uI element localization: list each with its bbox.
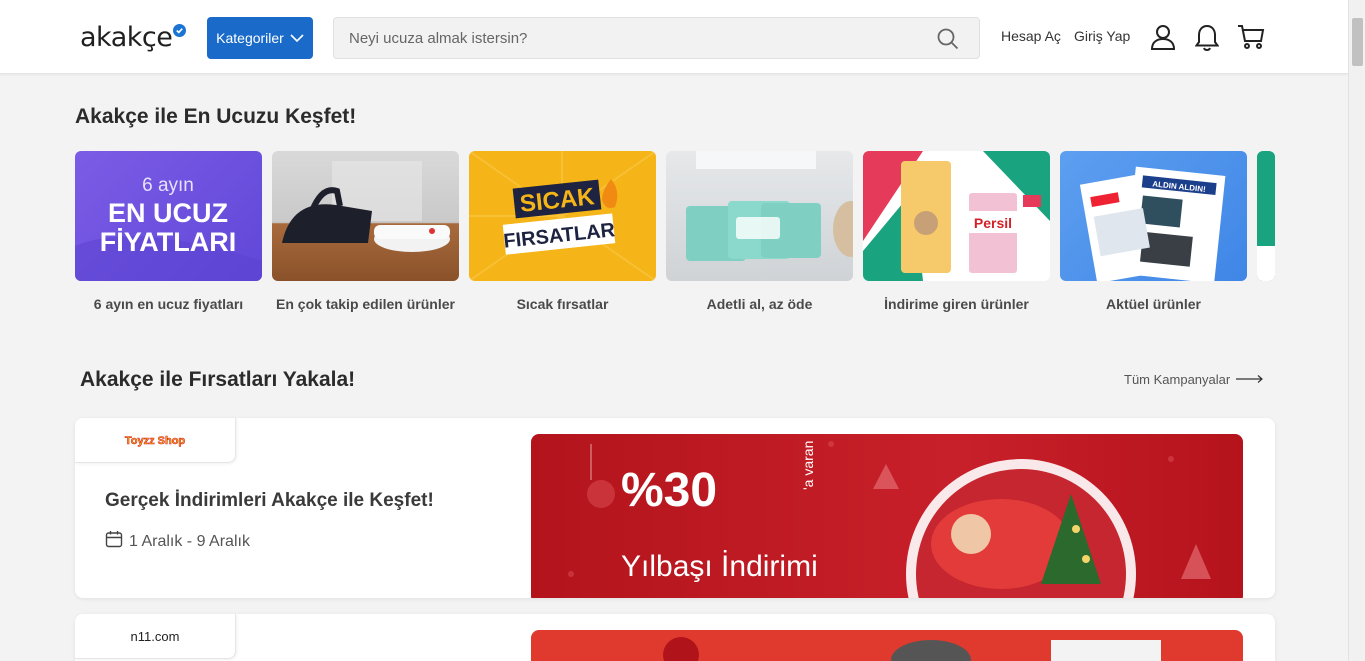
- all-campaigns-label: Tüm Kampanyalar: [1124, 372, 1231, 387]
- page-scrollbar[interactable]: [1348, 0, 1365, 661]
- deals-section-title: Akakçe ile Fırsatları Yakala!: [80, 368, 356, 391]
- scrollbar-thumb[interactable]: [1352, 18, 1363, 66]
- tile-image: SICAK FIRSATLAR: [469, 151, 656, 281]
- tile-label[interactable]: Aktüel ürünler: [1060, 296, 1247, 312]
- campaign-date-text: 1 Aralık - 9 Aralık: [129, 532, 250, 550]
- tile-label[interactable]: En çok takip edilen ürünler: [272, 296, 459, 312]
- search-bar: [333, 17, 980, 59]
- tile-cheapest-6-months[interactable]: 6 ayın EN UCUZ FİYATLARI: [75, 151, 262, 281]
- logo-text: akakçe: [80, 22, 173, 53]
- tile-image: 6 ayın EN UCUZ FİYATLARI: [75, 175, 262, 281]
- toyzz-shop-logo: Toyzz Shop: [125, 435, 186, 448]
- tile-image: [282, 161, 450, 252]
- signup-link[interactable]: Hesap Aç: [1001, 28, 1061, 44]
- search-icon[interactable]: [937, 28, 959, 55]
- campaign-card[interactable]: Toyzz Shop Gerçek İndirimleri Akakçe ile…: [75, 418, 1275, 598]
- verified-badge-icon: [173, 24, 187, 37]
- svg-text:6 ayın: 6 ayın: [142, 175, 194, 196]
- tile-image: [1257, 246, 1275, 281]
- all-campaigns-link[interactable]: Tüm Kampanyalar: [1124, 372, 1264, 387]
- store-logo-tab: n11.com: [75, 614, 236, 659]
- svg-text:%30: %30: [621, 464, 717, 517]
- chevron-down-icon: [290, 30, 304, 46]
- svg-text:EN UCUZ: EN UCUZ: [108, 198, 228, 228]
- site-header: akakçe Kategoriler Hesap Aç Giriş Yap: [0, 0, 1348, 74]
- tile-aktuel-products[interactable]: ALDIN ALDIN!: [1060, 151, 1247, 281]
- tile-buy-more-pay-less[interactable]: [666, 151, 853, 281]
- tile-label[interactable]: Sıcak fırsatlar: [469, 296, 656, 312]
- tile-label[interactable]: 6 ayın en ucuz fiyatları: [75, 296, 262, 312]
- bell-icon[interactable]: [1194, 24, 1220, 56]
- campaign-card[interactable]: n11.com: [75, 614, 1275, 661]
- banner-image: [663, 637, 1161, 661]
- svg-text:Toyzz Shop: Toyzz Shop: [125, 435, 186, 447]
- arrow-right-icon: [1236, 372, 1264, 387]
- svg-text:'a varan: 'a varan: [800, 441, 816, 490]
- tile-image: ALDIN ALDIN!: [1079, 166, 1226, 281]
- tile-label[interactable]: Adetli al, az öde: [666, 296, 853, 312]
- banner-image: %30 'a varan Yılbaşı İndirimi: [568, 441, 1211, 598]
- store-logo-tab: Toyzz Shop: [75, 418, 236, 463]
- campaign-banner[interactable]: [531, 630, 1243, 661]
- n11-logo: n11.com: [130, 628, 180, 644]
- tile-image: Persil: [863, 151, 1050, 281]
- tile-image: [686, 151, 853, 261]
- search-input[interactable]: [334, 29, 914, 47]
- user-icon[interactable]: [1150, 24, 1176, 55]
- campaign-title: Gerçek İndirimleri Akakçe ile Keşfet!: [105, 490, 434, 511]
- tile-discounted-products[interactable]: Persil: [863, 151, 1050, 281]
- login-link[interactable]: Giriş Yap: [1074, 28, 1130, 44]
- tile-label[interactable]: İndirime giren ürünler: [863, 296, 1050, 312]
- campaign-date: 1 Aralık - 9 Aralık: [105, 530, 250, 553]
- tile-most-followed[interactable]: [272, 151, 459, 281]
- categories-button[interactable]: Kategoriler: [207, 17, 313, 59]
- akakce-logo[interactable]: akakçe: [80, 22, 187, 53]
- svg-text:Yılbaşı İndirimi: Yılbaşı İndirimi: [621, 550, 818, 583]
- tile-hot-deals[interactable]: SICAK FIRSATLAR: [469, 151, 656, 281]
- calendar-icon: [105, 530, 123, 553]
- categories-label: Kategoriler: [216, 30, 284, 46]
- cart-icon[interactable]: [1237, 24, 1265, 55]
- tile-next-partial[interactable]: [1257, 151, 1275, 281]
- campaign-banner[interactable]: %30 'a varan Yılbaşı İndirimi: [531, 434, 1243, 598]
- svg-text:FİYATLARI: FİYATLARI: [100, 227, 237, 257]
- svg-text:Persil: Persil: [974, 215, 1012, 231]
- discover-section-title: Akakçe ile En Ucuzu Keşfet!: [75, 105, 357, 128]
